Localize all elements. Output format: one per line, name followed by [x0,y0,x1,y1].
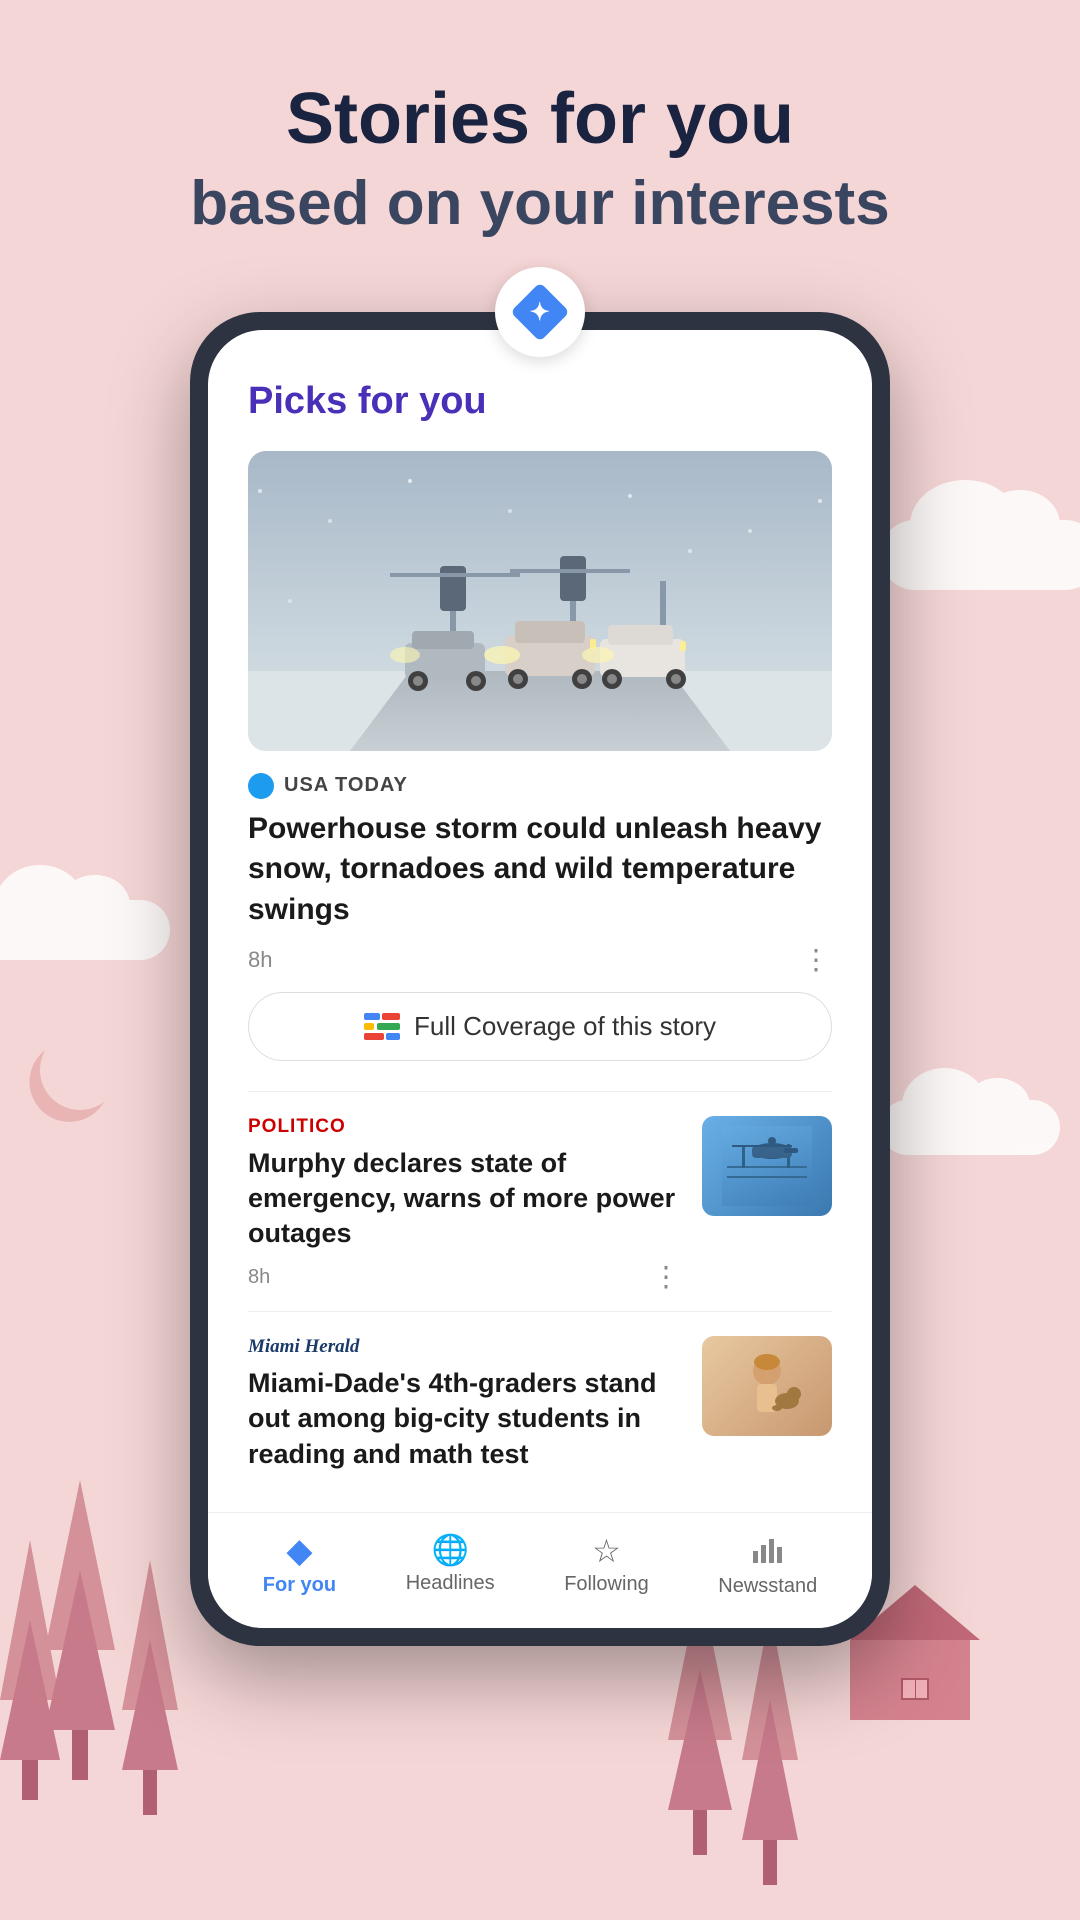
for-you-label: For you [263,1574,336,1597]
phone-frame: ✦ Picks for you [190,312,890,1646]
headlines-label: Headlines [406,1572,495,1595]
article3-source: Miami Herald [248,1336,682,1358]
article1-more-button[interactable]: ⋮ [802,946,832,974]
article1-meta: 8h ⋮ [248,946,832,974]
following-label: Following [564,1573,648,1596]
nav-newsstand[interactable]: Newsstand [718,1533,817,1598]
article3-row[interactable]: Miami Herald Miami-Dade's 4th-graders st… [248,1336,832,1491]
google-badge: ✦ [495,267,585,357]
following-icon: ☆ [592,1535,621,1567]
house-body [850,1640,970,1720]
full-coverage-button[interactable]: Full Coverage of this story [248,992,832,1061]
for-you-icon: ◆ [286,1534,312,1568]
bottom-nav: ◆ For you 🌐 Headlines ☆ Following [208,1512,872,1628]
full-coverage-icon [364,1013,400,1041]
nav-following[interactable]: ☆ Following [564,1535,648,1596]
divider-2 [248,1311,832,1312]
phone-screen: Picks for you [208,330,872,1628]
main-article-image[interactable] [248,451,832,751]
article1-source-name: USA TODAY [284,774,408,797]
header: Stories for you based on your interests [0,0,1080,282]
full-coverage-text: Full Coverage of this story [414,1011,716,1042]
divider-1 [248,1091,832,1092]
article2-meta: 8h ⋮ [248,1263,682,1291]
nav-headlines[interactable]: 🌐 Headlines [406,1536,495,1595]
article2-row[interactable]: POLITICO Murphy declares state of emerge… [248,1116,832,1311]
house-window [901,1678,929,1700]
header-title-line2: based on your interests [0,167,1080,241]
header-title-line1: Stories for you [0,80,1080,159]
picks-title: Picks for you [248,380,832,423]
article2-content: POLITICO Murphy declares state of emerge… [248,1116,702,1291]
google-diamond-icon: ✦ [510,282,569,341]
nav-for-you[interactable]: ◆ For you [263,1534,336,1597]
article1-source-row: USA TODAY [248,773,832,799]
usa-today-dot [248,773,274,799]
article1-title[interactable]: Powerhouse storm could unleash heavy sno… [248,809,832,931]
phone-wrapper: ✦ Picks for you [0,312,1080,1646]
phone-content: Picks for you [208,330,872,1492]
article3-content: Miami Herald Miami-Dade's 4th-graders st… [248,1336,702,1471]
article2-title: Murphy declares state of emergency, warn… [248,1146,682,1251]
article1-time: 8h [248,947,272,973]
article2-more-button[interactable]: ⋮ [652,1263,682,1291]
article2-source: POLITICO [248,1116,682,1138]
headlines-icon: 🌐 [431,1536,468,1566]
newsstand-icon [751,1533,785,1569]
article2-time: 8h [248,1266,270,1289]
article3-title: Miami-Dade's 4th-graders stand out among… [248,1366,682,1471]
newsstand-label: Newsstand [718,1575,817,1598]
article3-image [702,1336,832,1436]
article2-image [702,1116,832,1216]
